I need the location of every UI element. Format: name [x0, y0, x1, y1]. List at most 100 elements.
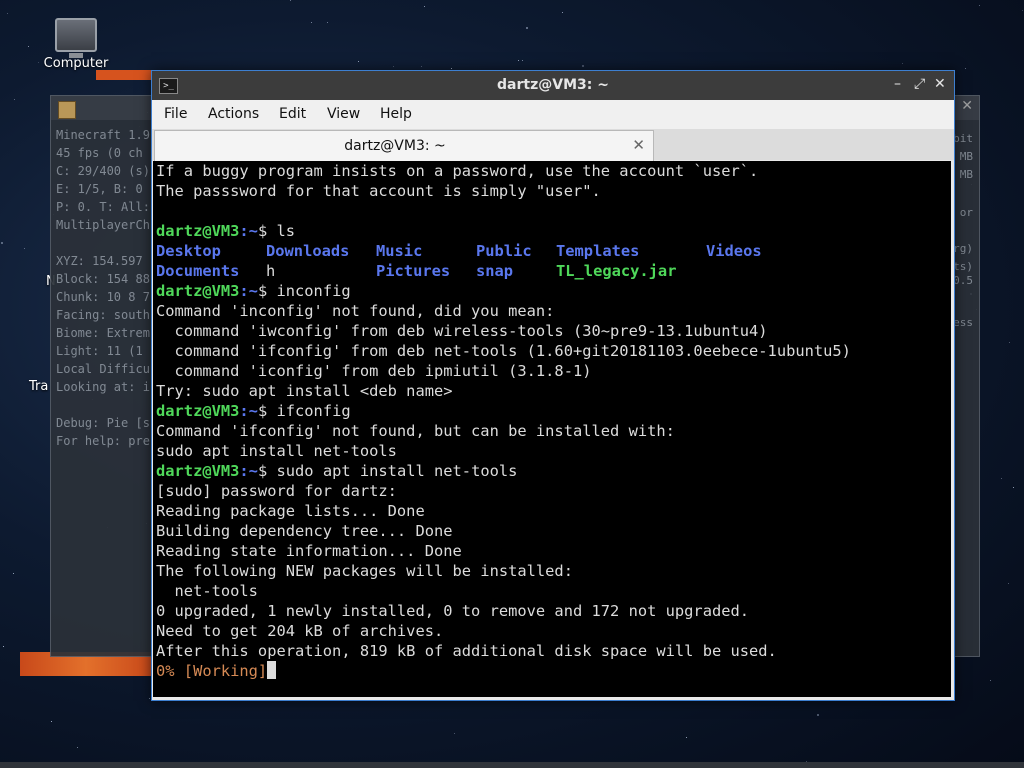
debug-text-fragment: MB	[959, 168, 973, 181]
ls-entry: Videos	[706, 242, 762, 260]
prompt-path: :~	[239, 282, 258, 300]
desktop-icon-computer[interactable]: Computer	[36, 18, 116, 71]
terminal-line: command 'iconfig' from deb ipmiutil (3.1…	[156, 362, 592, 380]
terminal-output[interactable]: If a buggy program insists on a password…	[153, 161, 951, 697]
debug-text-line: Looking at: i	[56, 380, 150, 394]
ls-entry: Desktop	[156, 242, 221, 260]
debug-text-line: Facing: south	[56, 308, 150, 322]
terminal-cursor	[267, 661, 277, 679]
menu-actions[interactable]: Actions	[208, 106, 259, 122]
terminal-line: [sudo] password for dartz:	[156, 482, 397, 500]
terminal-line: After this operation, 819 kB of addition…	[156, 642, 777, 660]
prompt-path: :~	[239, 222, 258, 240]
ls-entry: snap	[476, 262, 514, 280]
menubar: File Actions Edit View Help	[152, 100, 954, 129]
terminal-line: command 'ifconfig' from deb net-tools (1…	[156, 342, 851, 360]
apt-progress-line: 0% [Working]	[153, 661, 951, 681]
prompt-command: $ inconfig	[257, 282, 351, 300]
terminal-prompt-line: dartz@VM3:~$ ifconfig	[153, 401, 951, 421]
terminal-prompt-line: dartz@VM3:~$ ls	[153, 221, 951, 241]
terminal-line: Need to get 204 kB of archives.	[156, 622, 444, 640]
minimize-icon[interactable]: –	[894, 76, 901, 92]
ls-entry: Templates	[556, 242, 640, 260]
desktop-icon-label: Computer	[43, 56, 109, 71]
debug-text-line: Biome: Extrem	[56, 326, 150, 340]
terminal-titlebar[interactable]: >_ dartz@VM3: ~ – ⤢ ✕	[152, 71, 954, 100]
terminal-line: If a buggy program insists on a password…	[156, 162, 759, 180]
prompt-path: :~	[239, 402, 258, 420]
debug-text-fragment: rg)	[953, 242, 973, 255]
prompt-user: dartz@VM3	[156, 462, 240, 480]
terminal-line: Command 'inconfig' not found, did you me…	[156, 302, 555, 320]
tab-terminal[interactable]: dartz@VM3: ~ ✕	[154, 130, 654, 161]
debug-text-fragment: ess	[953, 316, 973, 329]
menu-help[interactable]: Help	[380, 106, 412, 122]
ls-entry: Documents	[156, 262, 240, 280]
ls-entry: h	[266, 262, 276, 280]
prompt-user: dartz@VM3	[156, 282, 240, 300]
debug-text-line: Light: 11 (1 s	[56, 344, 158, 358]
terminal-line: sudo apt install net-tools	[156, 442, 397, 460]
debug-text-line: P: 0. T: All: 5	[56, 200, 165, 214]
debug-text-line: Block: 154 88	[56, 272, 150, 286]
debug-text-line: Local Difficu	[56, 362, 150, 376]
ls-entry: TL_legacy.jar	[556, 262, 677, 280]
prompt-user: dartz@VM3	[156, 402, 240, 420]
ls-entry: Pictures	[376, 262, 451, 280]
debug-text-fragment: 0.5	[953, 274, 973, 287]
minecraft-icon	[58, 101, 76, 119]
menu-edit[interactable]: Edit	[279, 106, 306, 122]
tab-label: dartz@VM3: ~	[344, 138, 446, 154]
terminal-line: Command 'ifconfig' not found, but can be…	[156, 422, 675, 440]
prompt-user: dartz@VM3	[156, 222, 240, 240]
terminal-prompt-line: dartz@VM3:~$ inconfig	[153, 281, 951, 301]
terminal-line: The following NEW packages will be insta…	[156, 562, 573, 580]
close-icon[interactable]: ✕	[961, 98, 973, 114]
terminal-line: Building dependency tree... Done	[156, 522, 453, 540]
terminal-line: command 'iwconfig' from deb wireless-too…	[156, 322, 768, 340]
ls-entry: Public	[476, 242, 532, 260]
debug-text-line: Debug: Pie [s	[56, 416, 150, 430]
terminal-line: Try: sudo apt install <deb name>	[156, 382, 453, 400]
terminal-prompt-line: dartz@VM3:~$ sudo apt install net-tools	[153, 461, 951, 481]
ls-output-row: Documents h Pictures snap TL_legacy.jar	[153, 261, 951, 281]
terminal-line: net-tools	[156, 582, 258, 600]
terminal-window[interactable]: >_ dartz@VM3: ~ – ⤢ ✕ File Actions Edit …	[151, 70, 955, 701]
debug-text-line: Minecraft 1.9	[56, 128, 150, 142]
progress-text: 0% [Working]	[156, 662, 268, 680]
debug-text-fragment: MB	[959, 150, 973, 163]
menu-view[interactable]: View	[327, 106, 360, 122]
debug-text-line: E: 1/5, B: 0	[56, 182, 143, 196]
ls-entry: Music	[376, 242, 423, 260]
debug-text-fragment: bit	[953, 132, 973, 145]
debug-text-line: MultiplayerCh	[56, 218, 150, 232]
prompt-command: $ ifconfig	[257, 402, 351, 420]
decorative-orange-shape	[96, 70, 156, 80]
tab-bar: dartz@VM3: ~ ✕	[152, 129, 954, 161]
terminal-line: 0 upgraded, 1 newly installed, 0 to remo…	[156, 602, 750, 620]
debug-text-fragment: ts)	[953, 260, 973, 273]
prompt-path: :~	[239, 462, 258, 480]
desktop-icon-partial-label[interactable]: Tra	[29, 379, 48, 394]
debug-text-line: XYZ: 154.597	[56, 254, 143, 268]
computer-icon	[55, 18, 97, 58]
debug-text-line: For help: pre	[56, 434, 150, 448]
debug-text-fragment: or	[959, 206, 973, 219]
prompt-command: $ sudo apt install net-tools	[257, 462, 518, 480]
tab-close-icon[interactable]: ✕	[632, 136, 645, 154]
terminal-line: The passsword for that account is simply…	[156, 182, 601, 200]
debug-text-line: C: 29/400 (s)	[56, 164, 150, 178]
taskbar	[0, 762, 1024, 768]
terminal-line: Reading package lists... Done	[156, 502, 425, 520]
close-icon[interactable]: ✕	[934, 76, 946, 92]
ls-entry: Downloads	[266, 242, 350, 260]
ls-output-row: Desktop Downloads Music Public Templates Vide…	[153, 241, 951, 261]
prompt-command: $ ls	[257, 222, 296, 240]
restore-icon[interactable]: ⤢	[914, 76, 925, 92]
window-title: dartz@VM3: ~	[497, 77, 609, 93]
debug-text-line: 45 fps (0 ch	[56, 146, 143, 160]
terminal-line: Reading state information... Done	[156, 542, 462, 560]
debug-text-line: Chunk: 10 8 7	[56, 290, 150, 304]
menu-file[interactable]: File	[164, 106, 187, 122]
